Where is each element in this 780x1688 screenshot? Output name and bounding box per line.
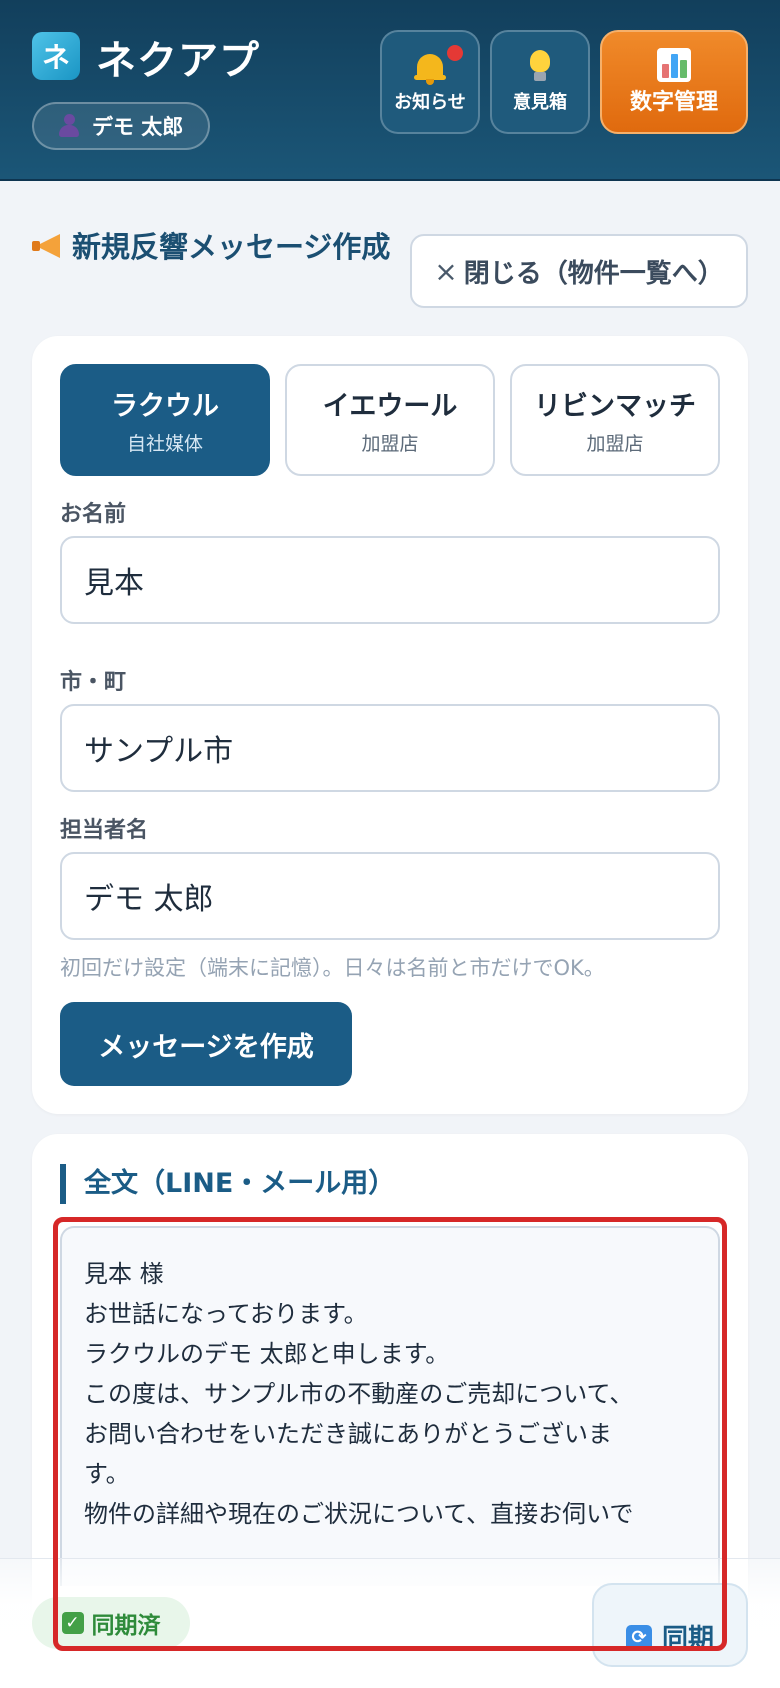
create-message-button[interactable]: メッセージを作成 — [60, 1002, 352, 1086]
user-name: デモ 太郎 — [92, 115, 184, 139]
page-title-text: 新規反響メッセージ作成 — [72, 230, 391, 264]
media-tabs: ラクウル 自社媒体 イエウール 加盟店 リビンマッチ 加盟店 — [60, 364, 720, 476]
sync-button[interactable]: ⟳ 同期 — [592, 1583, 748, 1667]
tab-name: リビンマッチ — [534, 391, 696, 422]
city-label: 市・町 — [60, 670, 127, 695]
message-line: お問い合わせをいただき誠にありがとうございま — [84, 1420, 612, 1448]
app-title: ネクアプ — [96, 38, 260, 84]
bar-chart-icon — [657, 48, 691, 82]
close-button-label: 閉じる（物件一覧へ） — [463, 258, 724, 289]
synced-status-label: 同期済 — [91, 1613, 161, 1639]
staff-input[interactable] — [60, 852, 720, 940]
message-form-card: ラクウル 自社媒体 イエウール 加盟店 リビンマッチ 加盟店 お名前 市・町 担… — [32, 336, 748, 1114]
tab-rivinmatch[interactable]: リビンマッチ 加盟店 — [510, 364, 720, 476]
message-line: お世話になっております。 — [84, 1300, 368, 1328]
message-line: 物件の詳細や現在のご状況について、直接お伺いで — [84, 1500, 634, 1528]
bell-icon — [413, 50, 447, 85]
app-logo-icon: ネ — [32, 32, 80, 80]
bottom-sync-bar: ✓ 同期済 ⟳ 同期 — [0, 1558, 780, 1688]
close-button[interactable]: × 閉じる（物件一覧へ） — [410, 234, 748, 308]
tab-type: 自社媒体 — [126, 433, 203, 455]
full-text-output[interactable]: 見本 様 お世話になっております。 ラクウルのデモ 太郎と申します。 この度は、… — [60, 1226, 720, 1586]
staff-hint: 初回だけ設定（端末に記憶）。日々は名前と市だけでOK。 — [60, 956, 605, 980]
lightbulb-icon — [525, 50, 555, 84]
sync-button-label: 同期 — [661, 1624, 714, 1654]
numbers-management-button[interactable]: 数字管理 — [600, 30, 748, 134]
synced-status-badge: ✓ 同期済 — [32, 1597, 190, 1649]
megaphone-icon — [32, 232, 64, 260]
full-text-title: 全文（LINE・メール用） — [60, 1164, 395, 1204]
numbers-management-button-label: 数字管理 — [629, 90, 718, 115]
name-label: お名前 — [60, 502, 127, 527]
notice-button-label: お知らせ — [394, 92, 466, 113]
message-line: ラクウルのデモ 太郎と申します。 — [84, 1340, 450, 1368]
tab-type: 加盟店 — [586, 433, 644, 455]
message-line: す。 — [84, 1460, 130, 1488]
tab-name: ラクウル — [111, 391, 219, 422]
user-icon — [56, 113, 82, 139]
tab-rakuuru[interactable]: ラクウル 自社媒体 — [60, 364, 270, 476]
message-line: 見本 様 — [84, 1260, 164, 1288]
idea-box-button-label: 意見箱 — [513, 92, 567, 113]
checkmark-icon: ✓ — [61, 1612, 84, 1634]
tab-name: イエウール — [322, 391, 458, 422]
name-input[interactable] — [60, 536, 720, 624]
tab-ieuru[interactable]: イエウール 加盟店 — [285, 364, 495, 476]
tab-type: 加盟店 — [361, 433, 419, 455]
message-line: この度は、サンプル市の不動産のご売却について、 — [84, 1380, 634, 1408]
page-title: 新規反響メッセージ作成 — [32, 224, 392, 270]
user-chip[interactable]: デモ 太郎 — [32, 102, 210, 150]
notice-button[interactable]: お知らせ — [380, 30, 480, 134]
staff-label: 担当者名 — [60, 818, 149, 843]
notification-dot-icon — [444, 42, 466, 64]
city-input[interactable] — [60, 704, 720, 792]
close-icon: × — [434, 254, 458, 288]
app-header: ネ ネクアプ デモ 太郎 お知らせ 意見箱 数字管理 — [0, 0, 780, 181]
idea-box-button[interactable]: 意見箱 — [490, 30, 590, 134]
sync-icon: ⟳ — [625, 1625, 652, 1651]
